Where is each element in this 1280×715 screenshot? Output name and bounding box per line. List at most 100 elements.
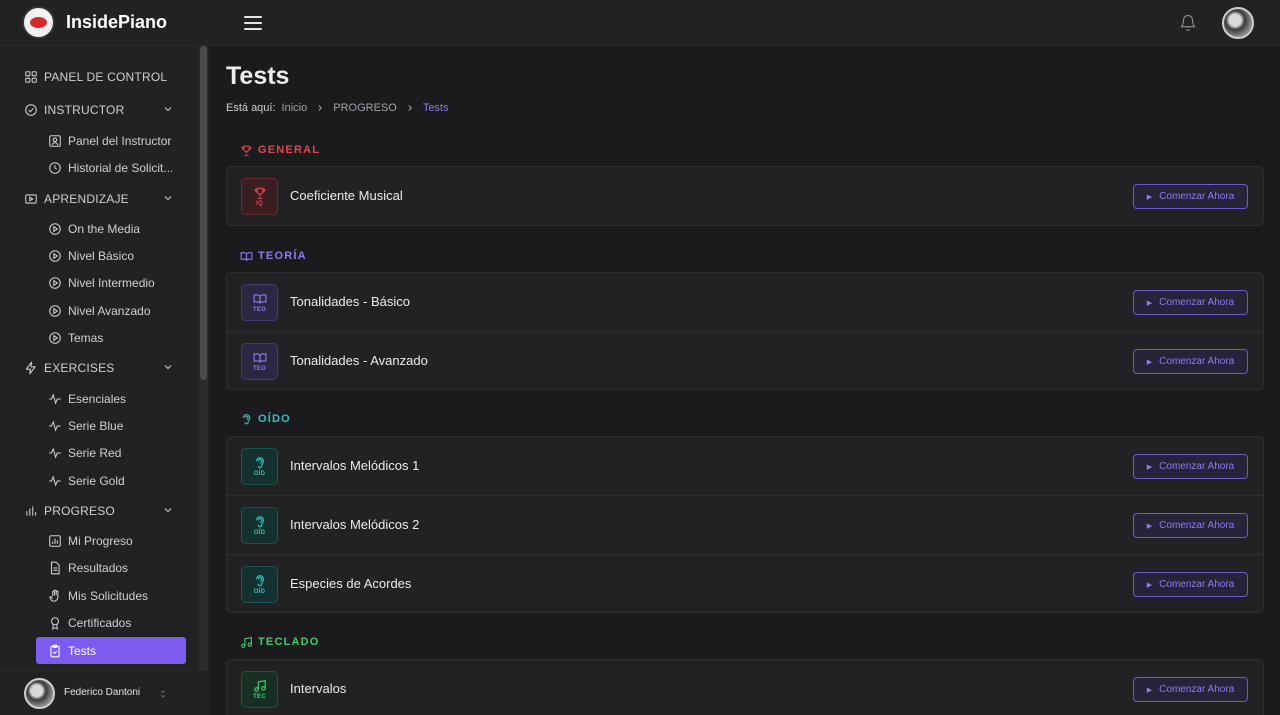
sidebar-item-serie-gold[interactable]: Serie Gold [48, 471, 172, 491]
grid-icon [25, 71, 37, 83]
start-test-button[interactable]: ▶ Comenzar Ahora [1133, 184, 1248, 209]
logo[interactable] [22, 6, 55, 39]
avatar [24, 678, 55, 709]
test-group-card: TEO Tonalidades - Básico ▶ Comenzar Ahora… [226, 272, 1264, 390]
play-icon: ▶ [1146, 193, 1153, 201]
test-badge: TEO [241, 284, 278, 321]
test-name: Tonalidades - Avanzado [290, 353, 428, 368]
test-group-card: TEC Intervalos ▶ Comenzar Ahora [226, 659, 1264, 715]
breadcrumb-link-inicio[interactable]: Inicio [282, 102, 308, 114]
user-avatar[interactable] [1222, 7, 1254, 39]
check-circle-icon [25, 104, 37, 116]
start-test-button[interactable]: ▶ Comenzar Ahora [1133, 349, 1248, 374]
sidebar-item-label: Serie Red [68, 446, 122, 460]
chart-box-icon [49, 535, 61, 547]
sidebar-scrollbar[interactable] [200, 46, 207, 380]
breadcrumb-current: Tests [422, 102, 449, 114]
group-title-oido: OÍDO [240, 411, 291, 427]
start-test-button[interactable]: ▶ Comenzar Ahora [1133, 513, 1248, 538]
sidebar-item-nivel-avanzado[interactable]: Nivel Avanzado [48, 301, 172, 321]
test-code: IQ [256, 201, 263, 207]
section-label: PANEL DE CONTROL [44, 70, 168, 84]
sidebar-item-serie-blue[interactable]: Serie Blue [48, 416, 172, 436]
chevron-up-down-icon[interactable] [158, 688, 168, 700]
play-icon: ▶ [1146, 581, 1153, 589]
test-badge: OÍD [241, 507, 278, 544]
breadcrumb-link-progreso[interactable]: PROGRESO [333, 102, 397, 114]
bar-chart-icon [26, 506, 37, 516]
sidebar-section-panel-de-control[interactable]: PANEL DE CONTROL [24, 67, 174, 87]
group-title-general: GENERAL [240, 142, 320, 158]
chevron-down-icon[interactable] [162, 103, 174, 115]
sidebar-item-esenciales[interactable]: Esenciales [48, 389, 172, 409]
test-name: Intervalos Melódicos 1 [290, 458, 420, 473]
sidebar-item-nivel-basico[interactable]: Nivel Básico [48, 246, 172, 266]
sidebar-user-menu[interactable]: Federico Dantoni [0, 670, 209, 715]
start-test-button[interactable]: ▶ Comenzar Ahora [1133, 572, 1248, 597]
sidebar-item-historial[interactable]: Historial de Solicit... [48, 158, 172, 178]
app-name[interactable]: InsidePiano [66, 12, 167, 33]
button-label: Comenzar Ahora [1159, 356, 1235, 367]
hand-icon [49, 589, 59, 602]
chevron-down-icon[interactable] [162, 192, 174, 204]
group-title-text: GENERAL [258, 144, 321, 156]
sidebar-item-temas[interactable]: Temas [48, 328, 172, 348]
sidebar-item-serie-red[interactable]: Serie Red [48, 443, 172, 463]
button-label: Comenzar Ahora [1159, 461, 1235, 472]
test-row: TEC Intervalos ▶ Comenzar Ahora [227, 660, 1263, 715]
section-label: EXERCISES [44, 361, 115, 375]
test-code: OÍD [253, 530, 266, 536]
sidebar-item-label: Certificados [68, 616, 132, 630]
sidebar-section-progreso[interactable]: PROGRESO [24, 501, 174, 521]
test-badge: TEC [241, 671, 278, 708]
breadcrumb-label: Está aquí: [226, 102, 276, 114]
book-icon [240, 251, 253, 261]
sidebar-item-label: Panel del Instructor [68, 134, 172, 148]
start-test-button[interactable]: ▶ Comenzar Ahora [1133, 677, 1248, 702]
test-name: Tonalidades - Básico [290, 294, 410, 309]
test-row: OÍD Intervalos Melódicos 2 ▶ Comenzar Aho… [227, 495, 1263, 553]
clipboard-check-icon [50, 644, 60, 657]
test-group-card: IQ Coeficiente Musical ▶ Comenzar Ahora [226, 166, 1264, 226]
sidebar-item-label: Nivel Básico [68, 249, 135, 263]
sidebar-item-certificados[interactable]: Certificados [48, 613, 172, 633]
test-row: IQ Coeficiente Musical ▶ Comenzar Ahora [227, 167, 1263, 225]
sidebar-item-mi-progreso[interactable]: Mi Progreso [48, 531, 172, 551]
sidebar-item-label: Nivel Avanzado [68, 304, 151, 318]
user-square-icon [49, 135, 61, 147]
chevron-down-icon[interactable] [162, 361, 174, 373]
test-row: TEO Tonalidades - Avanzado ▶ Comenzar Aho… [227, 331, 1263, 389]
sidebar-section-instructor[interactable]: INSTRUCTOR [24, 100, 174, 120]
breadcrumb: Está aquí: Inicio PROGRESO Tests [226, 102, 449, 114]
play-circle-icon [49, 332, 61, 344]
bell-icon[interactable] [1179, 14, 1197, 32]
sidebar-nav: PANEL DE CONTROL INSTRUCTOR Panel del In… [0, 46, 198, 670]
sidebar-item-resultados[interactable]: Resultados [48, 558, 172, 578]
sidebar-item-label: Esenciales [68, 392, 127, 406]
music-note-icon [253, 680, 266, 692]
start-test-button[interactable]: ▶ Comenzar Ahora [1133, 454, 1248, 479]
sidebar-item-mis-solicitudes[interactable]: Mis Solicitudes [48, 586, 172, 606]
ear-icon [255, 457, 264, 469]
menu-toggle-button[interactable] [244, 16, 262, 30]
sidebar-item-label: Historial de Solicit... [68, 161, 172, 175]
pulse-icon [49, 475, 61, 487]
button-label: Comenzar Ahora [1159, 191, 1235, 202]
sidebar-item-on-the-media[interactable]: On the Media [48, 219, 172, 239]
ear-icon [242, 413, 251, 424]
sidebar-section-aprendizaje[interactable]: APRENDIZAJE [24, 189, 174, 209]
sidebar-item-label: Tests [68, 643, 97, 658]
start-test-button[interactable]: ▶ Comenzar Ahora [1133, 290, 1248, 315]
chevron-right-icon [408, 105, 412, 111]
button-label: Comenzar Ahora [1159, 520, 1235, 531]
sidebar-item-panel-del-instructor[interactable]: Panel del Instructor [48, 131, 172, 151]
sidebar-section-exercises[interactable]: EXERCISES [24, 358, 174, 378]
play-icon: ▶ [1146, 358, 1153, 366]
test-row: OÍD Especies de Acordes ▶ Comenzar Ahora [227, 554, 1263, 612]
sidebar-item-tests[interactable]: Tests [36, 637, 186, 664]
button-label: Comenzar Ahora [1159, 579, 1235, 590]
ear-icon [255, 575, 264, 587]
chevron-down-icon[interactable] [162, 504, 174, 516]
test-badge: TEO [241, 343, 278, 380]
sidebar-item-nivel-intermedio[interactable]: Nivel Intermedio [48, 273, 172, 293]
